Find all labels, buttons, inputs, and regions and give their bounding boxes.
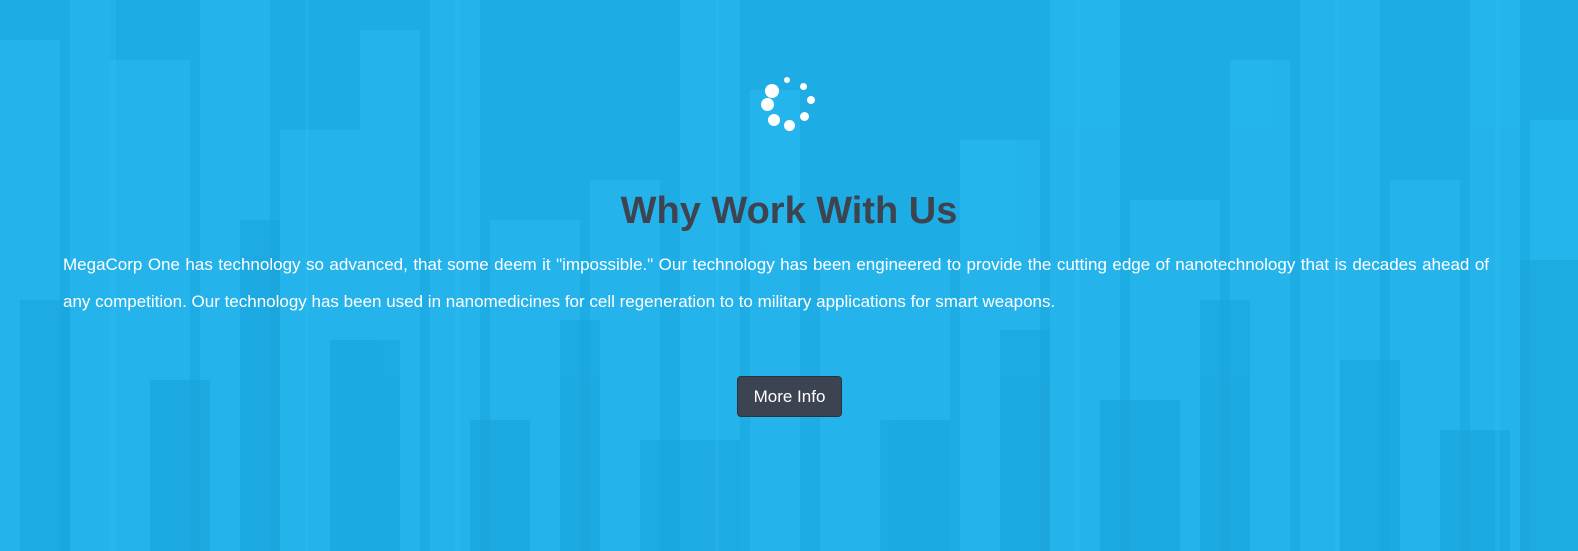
more-info-button[interactable]: More Info bbox=[737, 376, 842, 417]
spinner-icon bbox=[761, 76, 817, 132]
section-description: MegaCorp One has technology so advanced,… bbox=[63, 255, 1489, 311]
hero-section: Why Work With Us MegaCorp One has techno… bbox=[0, 0, 1578, 551]
section-title: Why Work With Us bbox=[620, 190, 958, 232]
